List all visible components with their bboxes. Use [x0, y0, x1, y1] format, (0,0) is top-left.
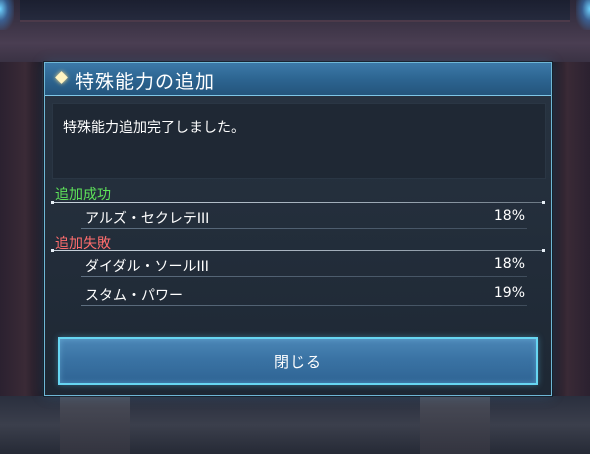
diamond-icon	[55, 71, 68, 84]
row-divider	[81, 276, 527, 277]
close-button-label: 閉じる	[273, 353, 322, 371]
background-ceiling-strip	[20, 0, 570, 22]
message-box: 特殊能力追加完了しました。	[52, 103, 546, 179]
success-list-item: アルズ・セクレテIII 18%	[81, 205, 527, 229]
failure-list-item: ダイダル・ソールIII 18%	[81, 253, 527, 277]
ability-rate: 18%	[493, 256, 525, 272]
ability-name: アルズ・セクレテIII	[85, 211, 210, 227]
row-divider	[81, 228, 527, 229]
ability-name: ダイダル・ソールIII	[85, 259, 209, 275]
background-light-left	[0, 0, 14, 30]
ability-rate: 18%	[493, 208, 525, 224]
success-divider	[51, 201, 545, 204]
dialog-title: 特殊能力の追加	[75, 71, 216, 93]
background-light-right	[576, 0, 590, 30]
ability-name: スタム・パワー	[85, 288, 183, 304]
ability-rate: 19%	[493, 285, 525, 301]
success-section-label: 追加成功	[55, 187, 111, 203]
close-button[interactable]: 閉じる	[58, 337, 538, 385]
result-message: 特殊能力追加完了しました。	[63, 120, 245, 136]
row-divider	[81, 305, 527, 306]
background-floor-slab	[420, 396, 490, 454]
add-special-ability-dialog: 特殊能力の追加 特殊能力追加完了しました。 追加成功 アルズ・セクレテIII 1…	[44, 62, 552, 396]
failure-divider	[51, 249, 545, 252]
background-floor-slab	[60, 396, 130, 454]
dialog-title-bar: 特殊能力の追加	[45, 63, 551, 96]
failure-list-item: スタム・パワー 19%	[81, 282, 527, 306]
